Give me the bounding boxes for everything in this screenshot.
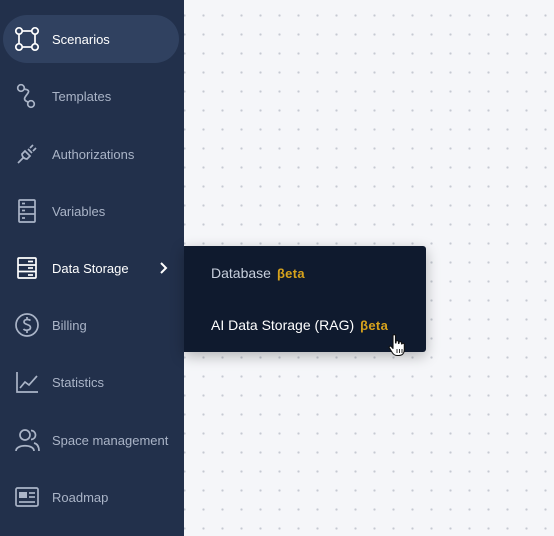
sidebar-item-space-management[interactable]: Space management bbox=[3, 416, 179, 464]
menu-item-label: AI Data Storage (RAG) bbox=[211, 317, 355, 333]
menu-item-label: Database bbox=[211, 265, 271, 281]
sidebar: Scenarios Templates Authorizations Varia… bbox=[0, 0, 184, 536]
sidebar-item-label: Statistics bbox=[52, 374, 105, 390]
sidebar-item-roadmap[interactable]: Roadmap bbox=[3, 473, 179, 521]
sidebar-item-label: Templates bbox=[52, 88, 112, 104]
sidebar-item-statistics[interactable]: Statistics bbox=[3, 358, 179, 406]
sidebar-item-label: Billing bbox=[52, 317, 87, 333]
dollar-icon bbox=[13, 311, 41, 339]
scenarios-icon bbox=[13, 25, 41, 53]
chart-line-icon bbox=[13, 368, 41, 396]
data-storage-icon bbox=[13, 254, 41, 282]
variables-icon bbox=[13, 197, 41, 225]
beta-badge: βeta bbox=[360, 317, 389, 333]
hand-pointer-cursor-icon bbox=[388, 334, 405, 357]
plug-icon bbox=[13, 140, 41, 168]
sidebar-item-label: Data Storage bbox=[52, 260, 129, 276]
sidebar-item-scenarios[interactable]: Scenarios bbox=[3, 15, 179, 63]
sidebar-item-label: Scenarios bbox=[52, 31, 110, 47]
menu-item-database[interactable]: Database βeta bbox=[184, 251, 426, 295]
sidebar-item-label: Roadmap bbox=[52, 489, 109, 505]
sidebar-item-authorizations[interactable]: Authorizations bbox=[3, 130, 179, 178]
chevron-right-icon bbox=[160, 262, 168, 274]
templates-icon bbox=[13, 82, 41, 110]
sidebar-item-variables[interactable]: Variables bbox=[3, 187, 179, 235]
beta-badge: βeta bbox=[276, 265, 305, 281]
sidebar-item-label: Variables bbox=[52, 203, 106, 219]
sidebar-item-label: Space management bbox=[52, 432, 169, 448]
sidebar-item-billing[interactable]: Billing bbox=[3, 301, 179, 349]
sidebar-item-label: Authorizations bbox=[52, 146, 135, 162]
sidebar-item-templates[interactable]: Templates bbox=[3, 72, 179, 120]
users-icon bbox=[13, 426, 41, 454]
sidebar-item-data-storage[interactable]: Data Storage bbox=[3, 244, 179, 292]
roadmap-icon bbox=[13, 483, 41, 511]
